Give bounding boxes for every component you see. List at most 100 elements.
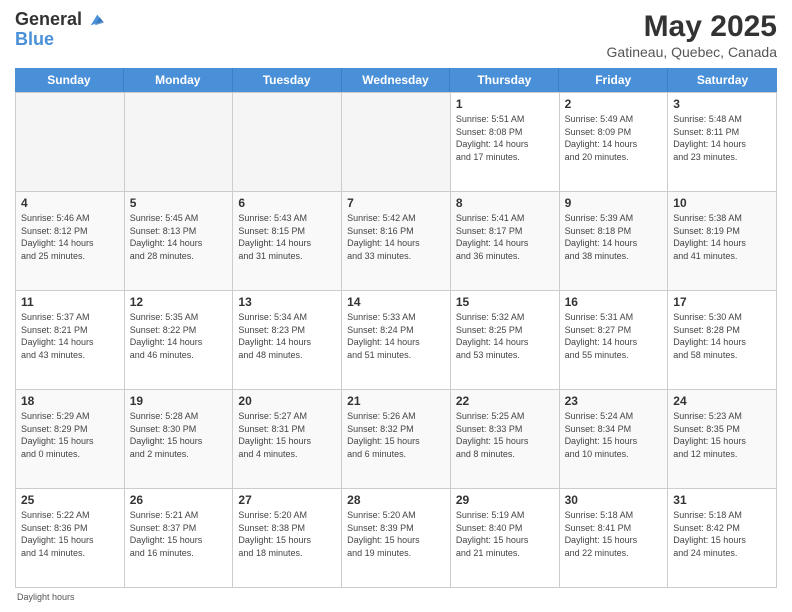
title-area: May 2025 Gatineau, Quebec, Canada [607,10,777,60]
day-number: 6 [238,196,336,210]
calendar-cell: 2 Sunrise: 5:49 AM Sunset: 8:09 PM Daylig… [560,93,669,192]
day-number: 19 [130,394,228,408]
calendar-cell: 22 Sunrise: 5:25 AM Sunset: 8:33 PM Dayli… [451,390,560,489]
day-number: 8 [456,196,554,210]
calendar-cell: 26Sunrise: 5:21 AM Sunset: 8:37 PM Dayli… [125,489,234,588]
calendar-cell [16,93,125,192]
calendar-cell: 7 Sunrise: 5:42 AM Sunset: 8:16 PM Daylig… [342,192,451,291]
day-info: Sunrise: 5:46 AM Sunset: 8:12 PM Dayligh… [21,212,119,262]
day-info: Sunrise: 5:19 AM Sunset: 8:40 PM Dayligh… [456,509,554,559]
calendar-row: 1 Sunrise: 5:51 AM Sunset: 8:08 PM Daylig… [16,93,777,192]
calendar-cell: 1 Sunrise: 5:51 AM Sunset: 8:08 PM Daylig… [451,93,560,192]
day-number: 30 [565,493,663,507]
day-header-thursday: Thursday [450,68,559,92]
day-number: 15 [456,295,554,309]
logo-icon [84,10,104,30]
calendar-cell: 20Sunrise: 5:27 AM Sunset: 8:31 PM Dayli… [233,390,342,489]
calendar-cell: 10 Sunrise: 5:38 AM Sunset: 8:19 PM Dayli… [668,192,777,291]
day-number: 5 [130,196,228,210]
day-header-saturday: Saturday [668,68,777,92]
calendar-cell: 29Sunrise: 5:19 AM Sunset: 8:40 PM Dayli… [451,489,560,588]
day-number: 1 [456,97,554,111]
calendar-cell: 15 Sunrise: 5:32 AM Sunset: 8:25 PM Dayli… [451,291,560,390]
logo-text: General [15,10,82,30]
calendar-cell: 25Sunrise: 5:22 AM Sunset: 8:36 PM Dayli… [16,489,125,588]
calendar-row: 18 Sunrise: 5:29 AM Sunset: 8:29 PM Dayli… [16,390,777,489]
day-info: Sunrise: 5:32 AM Sunset: 8:25 PM Dayligh… [456,311,554,361]
day-number: 27 [238,493,336,507]
day-info: Sunrise: 5:28 AM Sunset: 8:30 PM Dayligh… [130,410,228,460]
day-number: 17 [673,295,771,309]
calendar-cell: 23Sunrise: 5:24 AM Sunset: 8:34 PM Dayli… [560,390,669,489]
day-number: 3 [673,97,771,111]
day-info: Sunrise: 5:34 AM Sunset: 8:23 PM Dayligh… [238,311,336,361]
day-number: 16 [565,295,663,309]
calendar-cell: 16Sunrise: 5:31 AM Sunset: 8:27 PM Dayli… [560,291,669,390]
day-info: Sunrise: 5:49 AM Sunset: 8:09 PM Dayligh… [565,113,663,163]
day-number: 22 [456,394,554,408]
calendar-cell: 17Sunrise: 5:30 AM Sunset: 8:28 PM Dayli… [668,291,777,390]
calendar-row: 25Sunrise: 5:22 AM Sunset: 8:36 PM Dayli… [16,489,777,588]
day-info: Sunrise: 5:48 AM Sunset: 8:11 PM Dayligh… [673,113,771,163]
calendar-header: SundayMondayTuesdayWednesdayThursdayFrid… [15,68,777,92]
day-info: Sunrise: 5:20 AM Sunset: 8:39 PM Dayligh… [347,509,445,559]
calendar-cell: 11 Sunrise: 5:37 AM Sunset: 8:21 PM Dayli… [16,291,125,390]
calendar-cell: 30Sunrise: 5:18 AM Sunset: 8:41 PM Dayli… [560,489,669,588]
day-info: Sunrise: 5:20 AM Sunset: 8:38 PM Dayligh… [238,509,336,559]
header: General Blue May 2025 Gatineau, Quebec, … [15,10,777,60]
subtitle: Gatineau, Quebec, Canada [607,44,777,60]
day-number: 25 [21,493,119,507]
day-number: 31 [673,493,771,507]
calendar-cell: 18 Sunrise: 5:29 AM Sunset: 8:29 PM Dayli… [16,390,125,489]
day-number: 7 [347,196,445,210]
calendar-cell: 14 Sunrise: 5:33 AM Sunset: 8:24 PM Dayli… [342,291,451,390]
day-number: 2 [565,97,663,111]
day-info: Sunrise: 5:18 AM Sunset: 8:42 PM Dayligh… [673,509,771,559]
day-number: 4 [21,196,119,210]
calendar-cell: 24 Sunrise: 5:23 AM Sunset: 8:35 PM Dayli… [668,390,777,489]
day-header-tuesday: Tuesday [233,68,342,92]
day-info: Sunrise: 5:38 AM Sunset: 8:19 PM Dayligh… [673,212,771,262]
day-number: 18 [21,394,119,408]
day-number: 20 [238,394,336,408]
day-number: 21 [347,394,445,408]
calendar-cell: 21 Sunrise: 5:26 AM Sunset: 8:32 PM Dayli… [342,390,451,489]
calendar-cell [342,93,451,192]
day-info: Sunrise: 5:29 AM Sunset: 8:29 PM Dayligh… [21,410,119,460]
day-info: Sunrise: 5:21 AM Sunset: 8:37 PM Dayligh… [130,509,228,559]
logo: General Blue [15,10,104,48]
calendar: SundayMondayTuesdayWednesdayThursdayFrid… [15,68,777,588]
day-info: Sunrise: 5:41 AM Sunset: 8:17 PM Dayligh… [456,212,554,262]
day-number: 24 [673,394,771,408]
footer-text: Daylight hours [17,592,75,602]
calendar-cell: 28 Sunrise: 5:20 AM Sunset: 8:39 PM Dayli… [342,489,451,588]
day-number: 11 [21,295,119,309]
day-info: Sunrise: 5:37 AM Sunset: 8:21 PM Dayligh… [21,311,119,361]
day-number: 10 [673,196,771,210]
day-info: Sunrise: 5:35 AM Sunset: 8:22 PM Dayligh… [130,311,228,361]
day-info: Sunrise: 5:42 AM Sunset: 8:16 PM Dayligh… [347,212,445,262]
calendar-row: 11 Sunrise: 5:37 AM Sunset: 8:21 PM Dayli… [16,291,777,390]
day-info: Sunrise: 5:23 AM Sunset: 8:35 PM Dayligh… [673,410,771,460]
calendar-cell: 27 Sunrise: 5:20 AM Sunset: 8:38 PM Dayli… [233,489,342,588]
day-number: 14 [347,295,445,309]
day-info: Sunrise: 5:33 AM Sunset: 8:24 PM Dayligh… [347,311,445,361]
calendar-body: 1 Sunrise: 5:51 AM Sunset: 8:08 PM Daylig… [15,92,777,588]
day-info: Sunrise: 5:24 AM Sunset: 8:34 PM Dayligh… [565,410,663,460]
calendar-cell [233,93,342,192]
footer-note: Daylight hours [15,592,777,602]
day-info: Sunrise: 5:26 AM Sunset: 8:32 PM Dayligh… [347,410,445,460]
calendar-row: 4 Sunrise: 5:46 AM Sunset: 8:12 PM Daylig… [16,192,777,291]
calendar-cell: 6Sunrise: 5:43 AM Sunset: 8:15 PM Daylig… [233,192,342,291]
calendar-cell: 5Sunrise: 5:45 AM Sunset: 8:13 PM Daylig… [125,192,234,291]
logo-blue: Blue [15,30,104,48]
day-number: 28 [347,493,445,507]
calendar-cell: 31 Sunrise: 5:18 AM Sunset: 8:42 PM Dayli… [668,489,777,588]
main-title: May 2025 [607,10,777,44]
day-info: Sunrise: 5:25 AM Sunset: 8:33 PM Dayligh… [456,410,554,460]
calendar-cell: 19 Sunrise: 5:28 AM Sunset: 8:30 PM Dayli… [125,390,234,489]
day-header-sunday: Sunday [15,68,124,92]
day-info: Sunrise: 5:51 AM Sunset: 8:08 PM Dayligh… [456,113,554,163]
calendar-cell [125,93,234,192]
page: General Blue May 2025 Gatineau, Quebec, … [0,0,792,612]
